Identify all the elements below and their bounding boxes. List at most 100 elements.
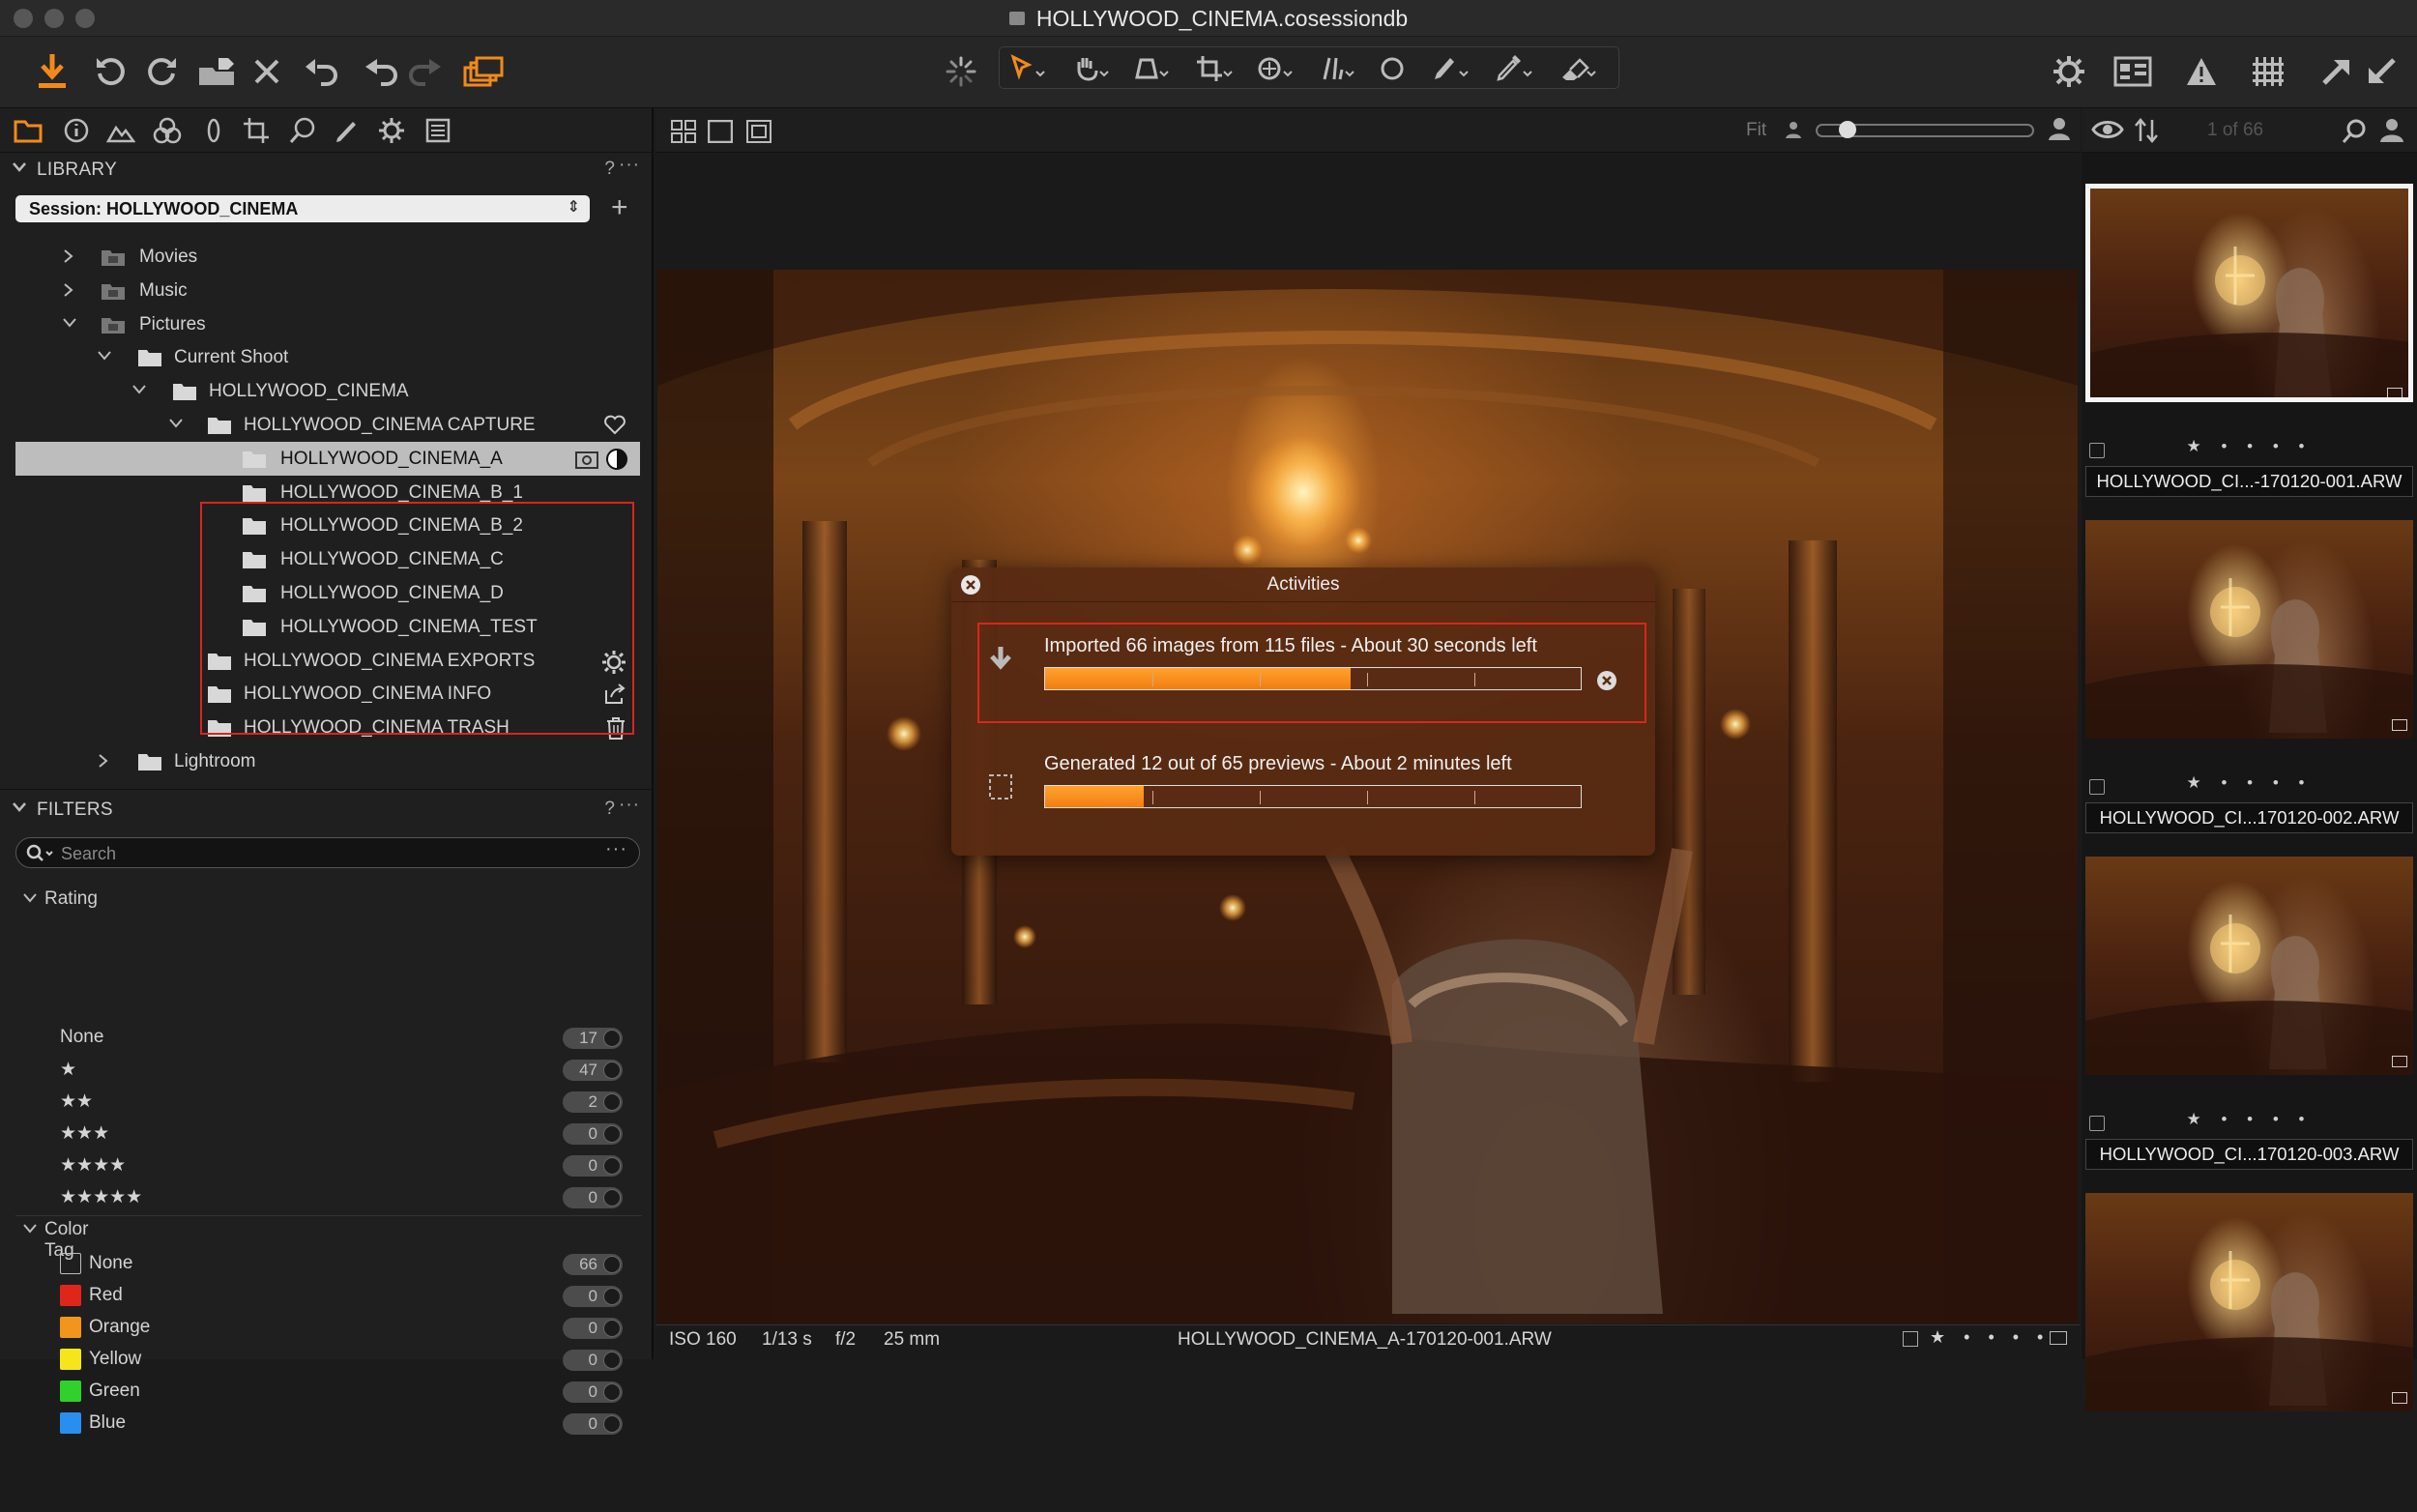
filter-count-badge[interactable]: 0 [563, 1286, 623, 1307]
viewer-rating-stars[interactable]: ★ • • • • [1930, 1327, 2050, 1348]
library-more-button[interactable]: ··· [619, 155, 640, 176]
thumbnail-image[interactable] [2085, 520, 2413, 739]
chevron-down-icon[interactable] [97, 349, 112, 363]
color-tab-icon[interactable] [151, 116, 184, 145]
export-icon[interactable] [2315, 50, 2357, 93]
chevron-right-icon[interactable] [97, 753, 110, 769]
search-options-button[interactable]: ··· [605, 838, 627, 860]
zoom-slider-handle[interactable] [1839, 121, 1856, 138]
rating-filter-row[interactable]: ★ 47 [0, 1053, 638, 1085]
details-tab-icon[interactable] [286, 116, 319, 145]
chevron-down-icon[interactable] [168, 417, 184, 430]
filter-count-badge[interactable]: 66 [563, 1254, 623, 1275]
viewer-select-checkbox[interactable] [1903, 1331, 1918, 1347]
eye-icon[interactable] [2091, 118, 2124, 141]
filters-more-button[interactable]: ··· [619, 795, 640, 816]
thumbnail-image[interactable] [2085, 857, 2413, 1075]
filmstrip-thumbnail[interactable]: ★ • • • • HOLLYWOOD_CI...-170120-001.ARW [2085, 184, 2413, 503]
chevron-down-icon[interactable] [131, 383, 147, 396]
undo-icon[interactable] [360, 50, 402, 93]
warning-icon[interactable] [2180, 50, 2223, 93]
rotate-tool-icon[interactable] [1253, 47, 1296, 90]
rating-filter-row[interactable]: ★★★★★ 0 [0, 1180, 638, 1212]
color-tag-filter-row[interactable]: None 66 [0, 1247, 638, 1279]
thumbnail-rating[interactable]: ★ • • • • [2085, 773, 2413, 793]
cursor-select-icon[interactable] [1005, 47, 1048, 90]
import-icon[interactable] [31, 50, 73, 93]
camera-icon[interactable] [574, 448, 628, 471]
process-icon[interactable] [2361, 50, 2403, 93]
crop-tab-icon[interactable] [240, 116, 273, 145]
loupe-icon[interactable] [1129, 47, 1172, 90]
layout-icon[interactable] [2111, 50, 2154, 93]
filmstrip-thumbnail[interactable]: ★ • • • • HOLLYWOOD_CI...170120-003.ARW [2085, 857, 2413, 1176]
rotate-left-icon[interactable] [89, 50, 131, 93]
filters-help-button[interactable]: ? [604, 799, 615, 820]
rotate-right-icon[interactable] [141, 50, 184, 93]
tree-item[interactable]: Current Shoot [0, 340, 654, 374]
tree-item[interactable]: Lightroom [0, 744, 654, 778]
crop-icon[interactable] [1193, 47, 1236, 90]
filter-count-badge[interactable]: 47 [563, 1060, 623, 1081]
tree-item[interactable]: HOLLYWOOD_CINEMA CAPTURE [0, 408, 654, 442]
compare-view-icon[interactable] [746, 120, 772, 143]
filter-count-badge[interactable]: 0 [563, 1155, 623, 1177]
sort-icon[interactable] [2134, 118, 2159, 143]
settings-icon[interactable] [2048, 50, 2090, 93]
filmstrip-thumbnail[interactable]: ★ • • • • HOLLYWOOD_CI...170120-002.ARW [2085, 520, 2413, 839]
filter-count-badge[interactable]: 0 [563, 1318, 623, 1339]
tree-item[interactable]: Music [0, 274, 654, 307]
filters-search-input[interactable]: Search ··· [15, 837, 640, 868]
tree-item[interactable]: HOLLYWOOD_CINEMA_A [15, 441, 640, 476]
thumbnail-image[interactable] [2085, 1193, 2413, 1411]
chevron-down-icon[interactable] [62, 316, 77, 330]
eraser-icon[interactable] [1557, 47, 1599, 90]
filter-count-badge[interactable]: 17 [563, 1028, 623, 1049]
spot-icon[interactable] [1371, 47, 1413, 90]
picker-icon[interactable] [1493, 47, 1535, 90]
filter-count-badge[interactable]: 0 [563, 1350, 623, 1371]
heart-icon[interactable] [603, 414, 626, 435]
output-tab-icon[interactable] [375, 116, 408, 145]
lens-tab-icon[interactable] [197, 116, 230, 145]
session-select[interactable]: Session: HOLLYWOOD_CINEMA ⇕ [15, 195, 590, 222]
adjustments-tab-icon[interactable] [331, 116, 364, 145]
undo-all-icon[interactable] [300, 50, 342, 93]
viewer-info-icon[interactable] [2050, 1331, 2067, 1345]
thumbnail-rating[interactable]: ★ • • • • [2085, 1110, 2413, 1129]
filter-count-badge[interactable]: 0 [563, 1123, 623, 1145]
filter-count-badge[interactable]: 0 [563, 1381, 623, 1403]
library-tab-icon[interactable] [12, 116, 44, 145]
filters-header[interactable]: FILTERS ? ··· [0, 793, 654, 826]
metadata-tab-icon[interactable] [60, 116, 93, 145]
tree-item[interactable]: Pictures [0, 307, 654, 341]
batch-tab-icon[interactable] [422, 116, 454, 145]
grid-view-icon[interactable] [671, 120, 696, 143]
color-tag-filter-row[interactable]: Blue 0 [0, 1407, 638, 1439]
rating-filter-row[interactable]: ★★ 2 [0, 1085, 638, 1117]
thumbnail-image[interactable] [2085, 184, 2413, 402]
tree-item[interactable]: Movies [0, 240, 654, 274]
add-collection-button[interactable]: + [611, 193, 628, 222]
delete-icon[interactable] [246, 50, 288, 93]
filmstrip-thumbnail[interactable] [2085, 1193, 2413, 1512]
filter-count-badge[interactable]: 0 [563, 1413, 623, 1435]
rating-filter-row[interactable]: None 17 [0, 1021, 638, 1053]
browser-search-icon[interactable] [2341, 118, 2368, 145]
variants-icon[interactable] [462, 50, 505, 93]
library-header[interactable]: LIBRARY ? ··· [0, 153, 654, 186]
rating-filter-row[interactable]: ★★★★ 0 [0, 1149, 638, 1180]
color-tag-filter-row[interactable]: Red 0 [0, 1279, 638, 1311]
library-help-button[interactable]: ? [604, 159, 615, 180]
move-to-folder-icon[interactable] [195, 50, 238, 93]
rating-filter-row[interactable]: ★★★ 0 [0, 1117, 638, 1149]
single-view-icon[interactable] [708, 120, 733, 143]
capture-tab-icon[interactable] [104, 116, 137, 145]
chevron-right-icon[interactable] [62, 248, 75, 264]
chevron-right-icon[interactable] [62, 282, 75, 298]
filter-count-badge[interactable]: 2 [563, 1091, 623, 1113]
zoom-slider[interactable] [1816, 121, 2034, 138]
pan-icon[interactable] [1069, 47, 1112, 90]
color-tag-filter-row[interactable]: Green 0 [0, 1375, 638, 1407]
filter-count-badge[interactable]: 0 [563, 1187, 623, 1208]
